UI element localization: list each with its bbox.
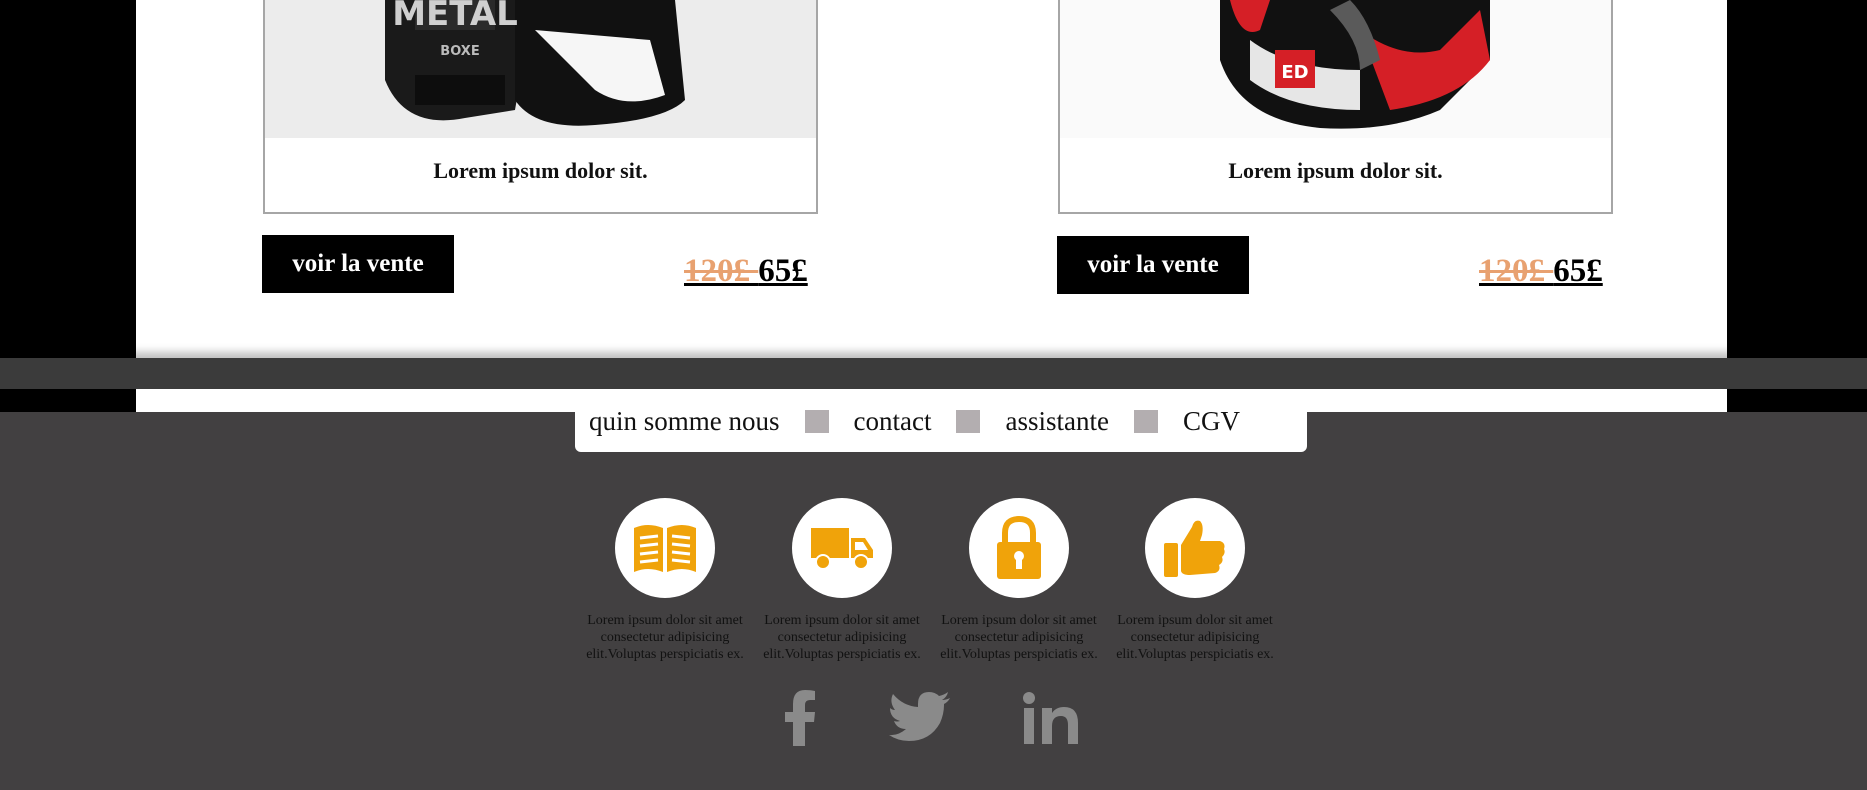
feature-icon-circle bbox=[969, 498, 1069, 598]
product-title: Lorem ipsum dolor sit. bbox=[1228, 158, 1443, 183]
product-title: Lorem ipsum dolor sit. bbox=[433, 158, 648, 183]
feature-item: Lorem ipsum dolor sit amet consectetur a… bbox=[934, 498, 1104, 663]
nav-separator bbox=[1133, 409, 1158, 433]
svg-text:ED: ED bbox=[1281, 62, 1308, 83]
social-facebook[interactable] bbox=[778, 688, 822, 748]
nav-link-contact[interactable]: contact bbox=[854, 406, 932, 437]
product-price: 120£ 65£ bbox=[684, 253, 808, 290]
feature-item: Lorem ipsum dolor sit amet consectetur a… bbox=[1110, 498, 1280, 663]
product-price: 120£ 65£ bbox=[1479, 253, 1603, 290]
social-twitter[interactable] bbox=[888, 688, 952, 748]
twitter-icon bbox=[889, 692, 950, 741]
svg-text:BOXE: BOXE bbox=[440, 44, 479, 59]
nav-link-cgv[interactable]: CGV bbox=[1183, 406, 1240, 437]
feature-text: Lorem ipsum dolor sit amet consectetur a… bbox=[940, 613, 1098, 662]
product-image[interactable]: METAL BOXE bbox=[265, 0, 816, 138]
nav-separator bbox=[956, 409, 981, 433]
footer-nav: quin somme nous contact assistante CGV bbox=[575, 390, 1307, 452]
product-card: METAL BOXE Lorem ipsum dolor sit. bbox=[263, 0, 818, 214]
new-price: 65£ bbox=[1553, 253, 1603, 289]
feature-icon-circle bbox=[1145, 498, 1245, 598]
feature-item: Lorem ipsum dolor sit amet consectetur a… bbox=[580, 498, 750, 663]
nav-link-assistance[interactable]: assistante bbox=[1005, 406, 1108, 437]
truck-icon bbox=[811, 528, 873, 570]
product-image[interactable]: ED bbox=[1060, 0, 1611, 138]
social-linkedin[interactable] bbox=[1022, 688, 1080, 748]
see-sale-button[interactable]: voir la vente bbox=[1057, 236, 1249, 294]
book-icon bbox=[634, 525, 696, 572]
feature-item: Lorem ipsum dolor sit amet consectetur a… bbox=[757, 498, 927, 663]
new-price: 65£ bbox=[758, 253, 808, 289]
linkedin-icon bbox=[1023, 692, 1078, 744]
feature-icon-circle bbox=[792, 498, 892, 598]
svg-text:METAL: METAL bbox=[392, 0, 518, 34]
feature-text: Lorem ipsum dolor sit amet consectetur a… bbox=[1116, 613, 1274, 662]
footer-band bbox=[0, 358, 1867, 389]
facebook-icon bbox=[785, 690, 815, 746]
see-sale-button[interactable]: voir la vente bbox=[262, 235, 454, 293]
feature-text: Lorem ipsum dolor sit amet consectetur a… bbox=[763, 613, 921, 662]
lock-icon bbox=[997, 515, 1041, 579]
old-price: 120£ bbox=[684, 253, 759, 289]
nav-link-about[interactable]: quin somme nous bbox=[589, 406, 780, 437]
feature-icon-circle bbox=[615, 498, 715, 598]
feature-text: Lorem ipsum dolor sit amet consectetur a… bbox=[586, 613, 744, 662]
product-card: ED Lorem ipsum dolor sit. bbox=[1058, 0, 1613, 214]
nav-separator bbox=[804, 409, 829, 433]
old-price: 120£ bbox=[1479, 253, 1554, 289]
thumbs-up-icon bbox=[1164, 520, 1225, 577]
